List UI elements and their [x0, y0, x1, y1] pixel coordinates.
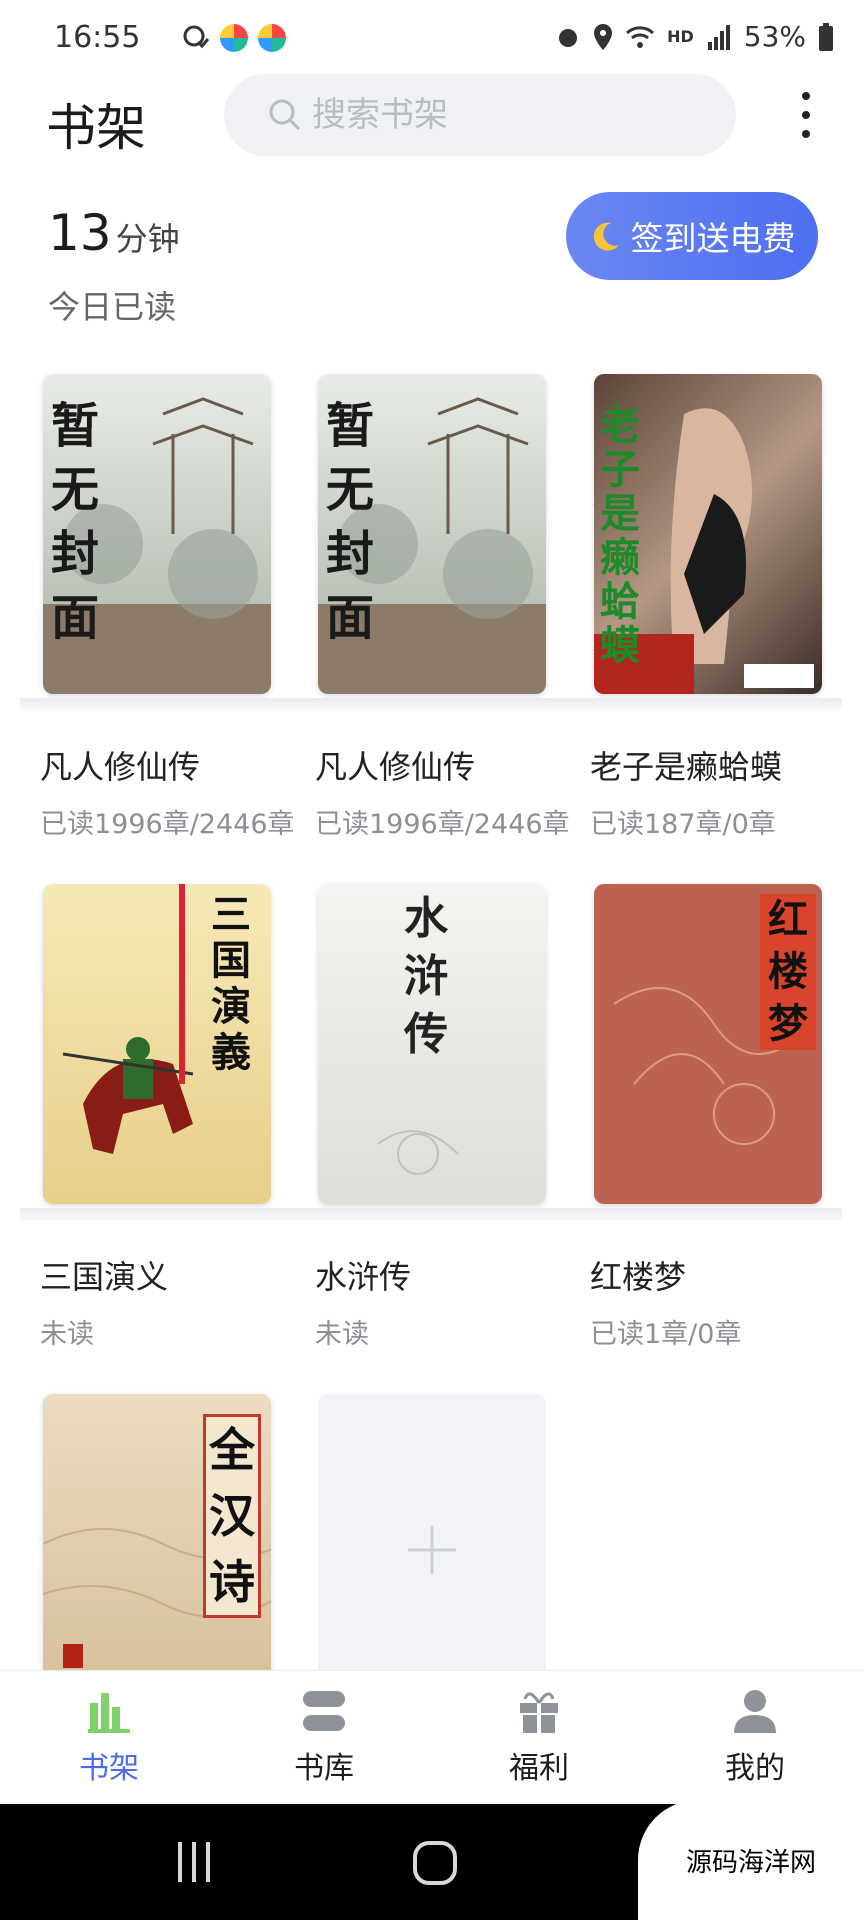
book-title[interactable]: 三国演义 — [40, 1252, 168, 1298]
book-title[interactable]: 老子是癞蛤蟆 — [590, 742, 782, 788]
notification-icons — [182, 24, 286, 52]
tab-welfare[interactable]: 福利 — [464, 1689, 614, 1787]
status-right: HD 53% — [555, 20, 834, 53]
tab-label: 福利 — [509, 1751, 569, 1786]
library-icon — [303, 1691, 345, 1731]
cover-text: 三国演義 — [211, 891, 251, 1076]
cover-text: 暂无封面 — [51, 398, 100, 646]
plus-icon — [408, 1526, 456, 1574]
cover-text: 老子是癞蛤蟆 — [600, 402, 640, 669]
gift-icon — [520, 1692, 558, 1733]
page-title: 书架 — [46, 99, 146, 157]
cover-text: 红楼梦 — [760, 894, 816, 1050]
book-progress: 已读1章/0章 — [590, 1319, 742, 1350]
book-progress: 未读 — [315, 1319, 369, 1350]
recent-apps-icon[interactable] — [172, 1840, 216, 1884]
add-book-card[interactable] — [318, 1394, 546, 1694]
bookshelf-icon — [88, 1693, 130, 1733]
search-icon — [269, 99, 301, 131]
book-cover[interactable]: 暂无封面 — [318, 374, 546, 694]
book-progress: 已读1996章/2446章 — [40, 809, 295, 840]
search-bar[interactable] — [224, 74, 736, 156]
book-cover[interactable]: 水浒传 — [318, 884, 546, 1204]
more-menu-icon[interactable] — [794, 92, 818, 138]
tab-library[interactable]: 书库 — [249, 1689, 399, 1787]
tab-label: 书架 — [79, 1751, 139, 1786]
app-notification-icon — [220, 24, 248, 52]
cover-text: 暂无封面 — [326, 398, 375, 646]
book-title[interactable]: 红楼梦 — [590, 1252, 686, 1298]
tab-label: 我的 — [725, 1751, 785, 1786]
tab-bookshelf[interactable]: 书架 — [34, 1689, 184, 1787]
wifi-icon — [626, 25, 655, 48]
network-type: HD — [667, 27, 694, 46]
home-icon[interactable] — [412, 1840, 458, 1886]
shelf — [20, 1208, 842, 1220]
book-cover[interactable]: 全汉诗 — [43, 1394, 271, 1694]
reading-unit: 分钟 — [115, 220, 180, 258]
cover-text: 全汉诗 — [203, 1414, 261, 1618]
book-cover[interactable]: 三国演義 — [43, 884, 271, 1204]
battery-icon — [819, 22, 833, 51]
location-icon — [594, 23, 613, 50]
book-cover[interactable]: 暂无封面 — [43, 374, 271, 694]
watermark: 源码海洋网 — [638, 1800, 864, 1920]
today-read-label: 今日已读 — [48, 288, 177, 326]
shelf — [20, 698, 842, 710]
tab-profile[interactable]: 我的 — [680, 1689, 830, 1787]
battery-percent: 53% — [743, 20, 806, 53]
alarm-icon — [559, 28, 578, 47]
signin-label: 签到送电费 — [630, 219, 796, 258]
signin-button[interactable]: 签到送电费 — [566, 192, 818, 280]
reading-minutes: 13 — [48, 204, 112, 262]
app-notification-icon — [258, 24, 286, 52]
book-progress: 已读1996章/2446章 — [315, 809, 570, 840]
status-time: 16:55 — [54, 20, 141, 55]
book-cover[interactable]: 老子是癞蛤蟆 — [594, 374, 822, 694]
search-input[interactable] — [310, 94, 714, 136]
tab-label: 书库 — [294, 1751, 354, 1786]
cover-text: 水浒传 — [404, 893, 448, 1060]
book-title[interactable]: 水浒传 — [315, 1252, 411, 1298]
reading-time: 13 分钟 — [48, 204, 180, 262]
moon-icon — [593, 222, 619, 251]
settings-check-icon — [183, 25, 210, 49]
book-progress: 已读187章/0章 — [590, 809, 776, 840]
book-title[interactable]: 凡人修仙传 — [315, 742, 475, 788]
profile-icon — [734, 1690, 776, 1733]
status-bar: 16:55 HD 53% — [0, 0, 864, 76]
book-progress: 未读 — [40, 1319, 94, 1350]
book-title[interactable]: 凡人修仙传 — [40, 742, 200, 788]
watermark-text: 源码海洋网 — [686, 1848, 817, 1878]
bottom-tab-bar: 书架 书库 福利 我的 — [0, 1670, 864, 1805]
signal-icon — [707, 24, 730, 50]
book-cover[interactable]: 红楼梦 — [594, 884, 822, 1204]
